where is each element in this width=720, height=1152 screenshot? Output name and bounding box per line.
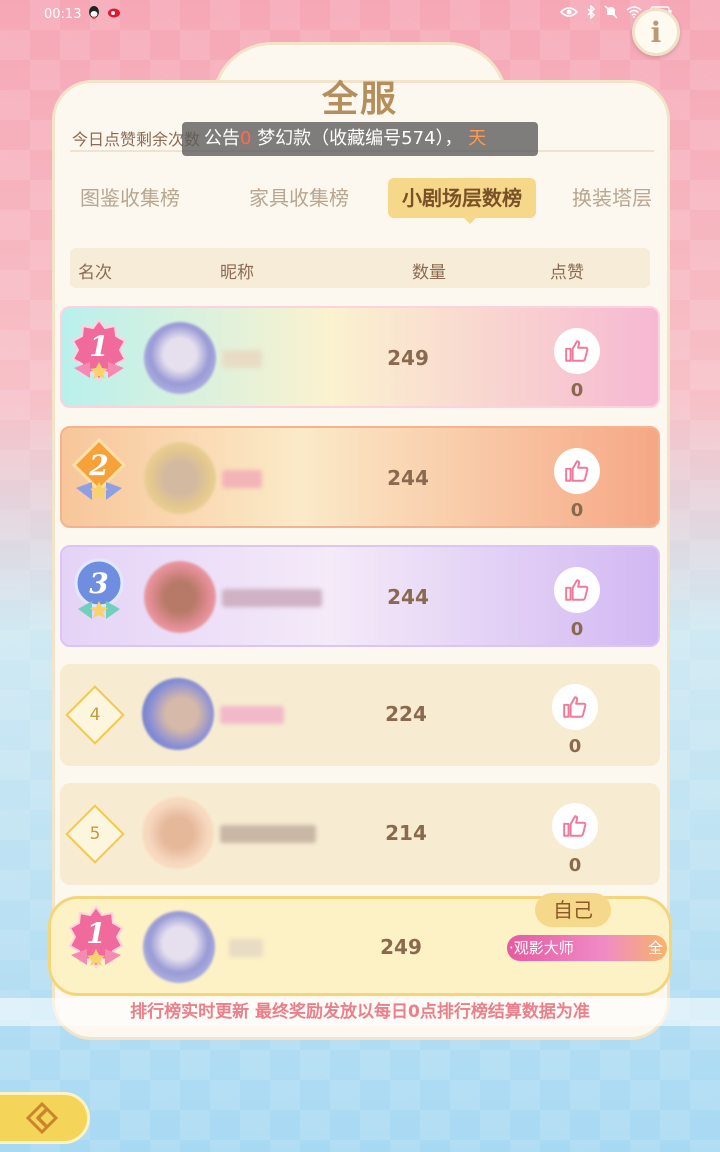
nickname-blurred	[222, 350, 262, 368]
like-count: 0	[570, 619, 584, 640]
rank-1-number: 1	[89, 330, 108, 363]
table-row: 3 244 0	[60, 545, 660, 647]
status-bar: 00:13	[0, 0, 720, 28]
like-count: 0	[570, 500, 584, 521]
avatar[interactable]	[144, 442, 216, 514]
avatar[interactable]	[142, 797, 214, 869]
table-row: 5 214 0	[60, 783, 660, 885]
tab-furniture[interactable]: 家具收集榜	[249, 178, 349, 218]
rank-number: 4	[89, 705, 101, 725]
thumbs-up-icon	[565, 460, 589, 482]
eye-icon	[559, 6, 579, 22]
avatar[interactable]	[142, 678, 214, 750]
like-button[interactable]	[552, 684, 598, 730]
rank-number: 5	[89, 824, 101, 844]
nickname-blurred	[220, 706, 284, 724]
rank-1-medal-icon: 1	[70, 318, 128, 384]
like-button[interactable]	[554, 328, 600, 374]
back-arrow-icon	[25, 1101, 59, 1135]
like-count: 0	[568, 736, 582, 757]
announcement-comma: ，	[444, 128, 463, 149]
tab-theater-floors[interactable]: 小剧场层数榜	[388, 178, 536, 218]
self-tag: 自己	[535, 893, 611, 927]
header-count: 数量	[412, 263, 446, 283]
table-header: 名次 昵称 数量 点赞	[70, 248, 650, 288]
thumbs-up-icon	[563, 815, 587, 837]
active-tab-pointer	[462, 216, 478, 224]
row-count: 244	[387, 585, 429, 609]
announcement-prefix: 公告	[204, 128, 240, 149]
like-remaining-label: 今日点赞剩余次数	[72, 130, 201, 149]
mute-icon	[604, 5, 618, 23]
row-count: 224	[385, 702, 427, 726]
thumbs-up-icon	[563, 696, 587, 718]
thumbs-up-icon	[565, 340, 589, 362]
my-rank-row: 1 249 自己 ·观影大师 全	[48, 893, 672, 996]
like-count: 0	[568, 855, 582, 876]
header-likes: 点赞	[550, 263, 584, 283]
table-row: 4 224 0	[60, 664, 660, 766]
announcement-text: 梦幻款（收藏编号574）	[257, 128, 445, 149]
my-avatar[interactable]	[143, 911, 215, 983]
title-badge-left: ·观影大师	[509, 939, 574, 957]
like-count: 0	[570, 380, 584, 401]
back-button[interactable]	[0, 1092, 90, 1144]
my-count: 249	[380, 935, 422, 959]
like-button[interactable]	[552, 803, 598, 849]
title-badge-right: 全	[647, 939, 663, 957]
announcement-zero: 0	[240, 128, 252, 149]
bluetooth-icon	[586, 4, 596, 23]
title-badge: ·观影大师 全	[507, 935, 667, 961]
announcement-highlight: 天	[468, 128, 487, 149]
tab-collection[interactable]: 图鉴收集榜	[80, 178, 180, 218]
avatar[interactable]	[144, 561, 216, 633]
table-row: 2 244 0	[60, 426, 660, 528]
rank-2-number: 2	[88, 449, 108, 482]
rank-1-medal-icon: 1	[67, 905, 125, 971]
header-rank: 名次	[78, 263, 112, 283]
nickname-blurred	[222, 589, 322, 607]
rank-2-medal-icon: 2	[70, 438, 128, 504]
like-button[interactable]	[554, 567, 600, 613]
thumbs-up-icon	[565, 579, 589, 601]
table-row: 1 249 0	[60, 306, 660, 408]
page-title: 全服	[321, 79, 398, 120]
rank-3-number: 3	[89, 567, 108, 600]
nickname-blurred	[222, 470, 262, 488]
info-button[interactable]: i	[632, 8, 680, 56]
like-button[interactable]	[554, 448, 600, 494]
row-count: 244	[387, 466, 429, 490]
weibo-icon	[107, 5, 121, 23]
announcement-banner: 公告0 梦幻款（收藏编号574）， 天	[182, 122, 538, 156]
rank-3-medal-icon: 3	[70, 558, 128, 623]
info-icon: i	[650, 15, 662, 49]
tab-dressup-tower[interactable]: 换装塔层	[572, 178, 652, 218]
qq-icon	[87, 5, 101, 23]
row-count: 249	[387, 346, 429, 370]
leaderboard-tabs: 图鉴收集榜 家具收集榜 小剧场层数榜 换装塔层	[60, 178, 660, 222]
status-time: 00:13	[44, 6, 82, 22]
my-rank-number: 1	[86, 917, 105, 950]
my-nickname-blurred	[229, 939, 263, 957]
header-nickname: 昵称	[220, 263, 254, 283]
nickname-blurred	[220, 825, 316, 843]
footer-note: 排行榜实时更新 最终奖励发放以每日0点排行榜结算数据为准	[0, 998, 720, 1026]
avatar[interactable]	[144, 322, 216, 394]
row-count: 214	[385, 821, 427, 845]
